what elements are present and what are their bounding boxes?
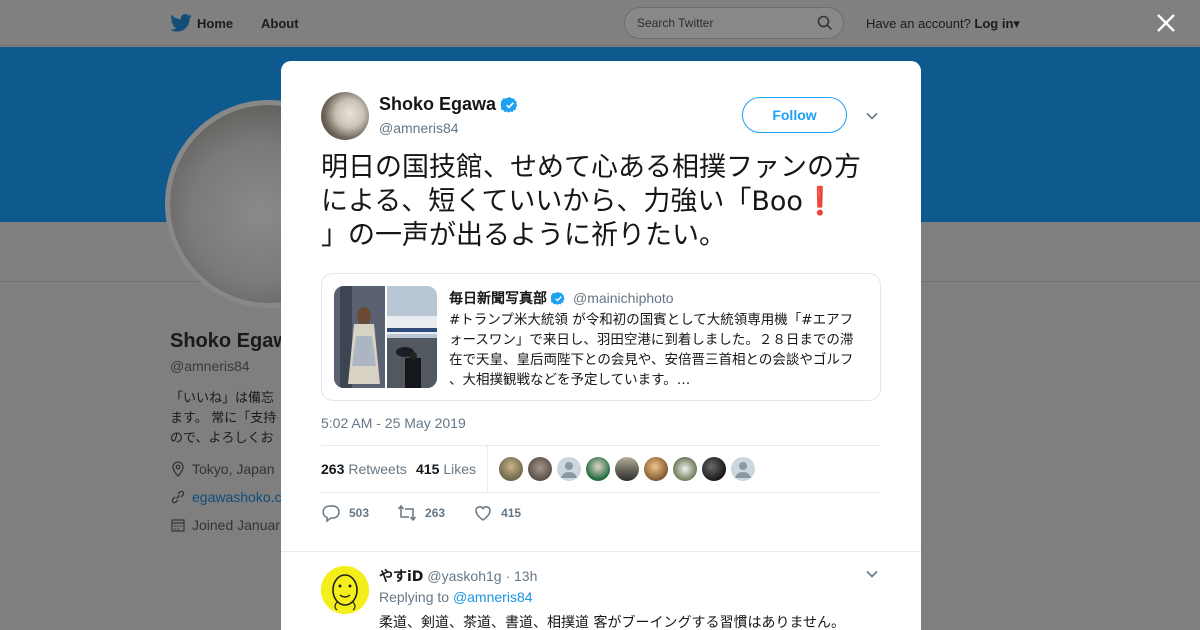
like-count: 415 [501, 506, 522, 520]
reply-button[interactable]: 503 [321, 503, 369, 523]
reply-author-name[interactable]: やすiD [379, 569, 423, 585]
chevron-down-icon[interactable] [865, 109, 879, 123]
chevron-down-icon[interactable] [865, 567, 879, 581]
profile-joined-text: Joined Januar [192, 517, 280, 533]
profile-bio-line: ます。 常に「支持 [170, 410, 277, 425]
replying-to: Replying to @amneris84 [379, 589, 533, 605]
profile-bio: 「いいね」は備忘 ます。 常に「支持 ので、よろしくお [170, 388, 285, 448]
profile-joined: Joined Januar [170, 517, 280, 533]
author-avatar[interactable] [321, 92, 369, 140]
nav-home-link[interactable]: Home [197, 16, 233, 31]
likes-label: Likes [443, 461, 477, 477]
quoted-text-line: ォースワン」で来日し、羽田空港に到着しました。２８日までの滞 [449, 332, 854, 348]
reply-text: 柔道、剣道、茶道、書道、相撲道 客がブーイングする習慣はありません。 [379, 615, 846, 630]
profile-bio-line: ので、よろしくお [170, 430, 274, 445]
stats-divider [487, 446, 488, 492]
quoted-tweet-photo[interactable] [387, 286, 437, 388]
tweet-text-line: による、短くていいから、力強い「Boo❗ [321, 185, 886, 219]
twitter-bird-icon[interactable] [170, 14, 192, 32]
search-icon[interactable] [817, 15, 833, 31]
author-name-row[interactable]: Shoko Egawa [379, 94, 519, 115]
follow-button[interactable]: Follow [742, 97, 847, 133]
exclamation-emoji: ❗ [802, 186, 837, 217]
tweet-stats: 263 Retweets 415 Likes [321, 445, 881, 493]
liker-avatar[interactable] [499, 457, 523, 481]
profile-location: Tokyo, Japan [170, 461, 275, 477]
retweet-icon [397, 504, 417, 522]
retweet-button[interactable]: 263 [397, 503, 445, 523]
tweet-modal: Shoko Egawa @amneris84 Follow 明日の国技館、せめて… [281, 61, 921, 630]
reply-divider [281, 551, 921, 552]
replying-to-prefix: Replying to [379, 589, 450, 605]
reply-author-avatar[interactable] [321, 566, 369, 614]
liker-avatar[interactable] [731, 457, 755, 481]
quoted-text-line: #トランプ米大統領 が令和初の国賓として大統領専用機「#エアフ [449, 312, 854, 328]
likes-count: 415 [416, 461, 440, 477]
replying-to-link[interactable]: @amneris84 [453, 589, 533, 605]
likes-stat[interactable]: 415 Likes [416, 461, 476, 477]
liker-avatar[interactable] [557, 457, 581, 481]
tweet-text-line: 明日の国技館、せめて心ある相撲ファンの方 [321, 152, 861, 183]
reply-count: 503 [349, 506, 370, 520]
liker-avatar[interactable] [673, 457, 697, 481]
search-input[interactable]: Search Twitter [624, 7, 844, 39]
liker-avatar[interactable] [702, 457, 726, 481]
calendar-icon [171, 519, 185, 532]
search-placeholder: Search Twitter [637, 16, 714, 30]
quoted-author-name[interactable]: 毎日新聞写真部 [449, 288, 547, 308]
nav-about-link[interactable]: About [261, 16, 299, 31]
tweet-timestamp[interactable]: 5:02 AM - 25 May 2019 [321, 415, 466, 431]
tweet-actions: 503 263 415 [321, 503, 549, 523]
account-prompt-text: Have an account? [866, 16, 971, 31]
quoted-tweet-text: #トランプ米大統領 が令和初の国賓として大統領専用機「#エアフ ォースワン」で来… [449, 310, 874, 390]
quoted-tweet-card[interactable]: 毎日新聞写真部 @mainichiphoto #トランプ米大統領 が令和初の国賓… [321, 273, 881, 401]
liker-avatar[interactable] [586, 457, 610, 481]
retweets-count: 263 [321, 461, 345, 477]
quoted-author-row[interactable]: 毎日新聞写真部 @mainichiphoto [449, 288, 674, 308]
quoted-author-handle[interactable]: @mainichiphoto [573, 290, 674, 306]
reply-icon [322, 505, 340, 523]
liker-avatar[interactable] [644, 457, 668, 481]
tweet-text-line: 」の一声が出るように祈りたい。 [321, 220, 726, 251]
profile-location-text: Tokyo, Japan [192, 461, 275, 477]
author-name[interactable]: Shoko Egawa [379, 94, 496, 115]
link-icon [171, 490, 185, 504]
retweets-stat[interactable]: 263 Retweets [321, 461, 407, 477]
profile-website[interactable]: egawashoko.c [170, 489, 282, 505]
reply-time[interactable]: · 13h [505, 568, 537, 584]
heart-icon [475, 506, 491, 521]
profile-bio-line: 「いいね」は備忘 [170, 390, 275, 405]
liker-avatar[interactable] [528, 457, 552, 481]
liker-avatar[interactable] [615, 457, 639, 481]
login-link[interactable]: Log in [974, 16, 1013, 31]
profile-handle: @amneris84 [170, 358, 250, 374]
verified-badge-icon [551, 291, 565, 305]
quoted-text-line: 在で天皇、皇后両陛下との会見や、安倍晋三首相との会談やゴルフ [449, 352, 854, 368]
profile-website-link[interactable]: egawashoko.c [192, 489, 282, 505]
retweet-count: 263 [425, 506, 446, 520]
account-prompt: Have an account? Log in▾ [866, 16, 1020, 32]
like-button[interactable]: 415 [473, 503, 521, 523]
retweets-label: Retweets [348, 461, 407, 477]
author-handle[interactable]: @amneris84 [379, 120, 459, 136]
close-icon[interactable] [1156, 13, 1176, 33]
top-navigation-bar: Home About Search Twitter Have an accoun… [0, 0, 1200, 46]
tweet-text: 明日の国技館、せめて心ある相撲ファンの方 による、短くていいから、力強い「Boo… [321, 151, 886, 253]
liker-avatars [499, 457, 755, 481]
quoted-tweet-photo[interactable] [334, 286, 385, 388]
location-pin-icon [172, 461, 184, 477]
reply-header: やすiD @yaskoh1g · 13h [379, 566, 537, 586]
tweet-text-segment: による、短くていいから、力強い「Boo [321, 186, 803, 217]
chevron-down-icon[interactable]: ▾ [1013, 16, 1020, 31]
quoted-text-line: 、大相撲観戦などを予定しています。… [449, 372, 691, 388]
verified-badge-icon [501, 96, 518, 113]
reply-author-handle[interactable]: @yaskoh1g [427, 568, 501, 584]
